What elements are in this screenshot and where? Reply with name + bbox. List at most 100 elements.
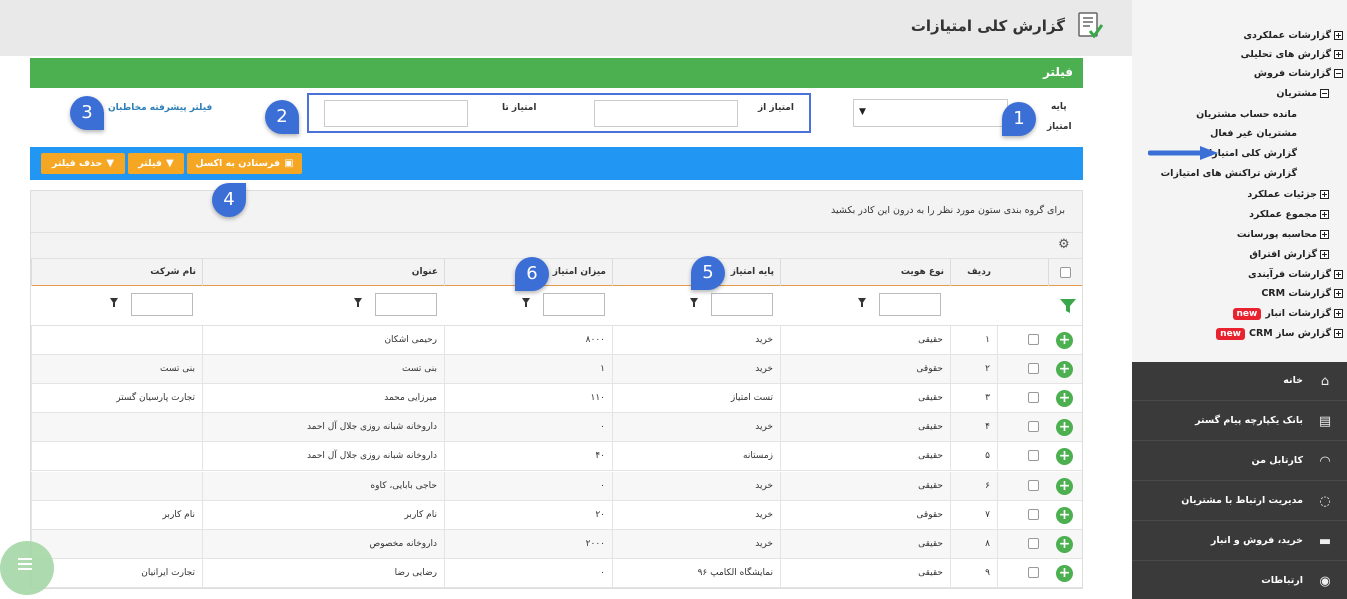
nav-item[interactable]: ◌ مدیریت ارتباط با مشتریان (1132, 483, 1347, 521)
sidebar-tree-label: گزارشات فرآیندی (1248, 269, 1331, 280)
group-by-drop-zone[interactable]: برای گروه بندی ستون مورد نظر را به درون … (31, 191, 1082, 233)
identity-type-filter-input[interactable] (879, 293, 941, 316)
sidebar-tree-item[interactable]: گزارشات انبارnew (1232, 305, 1343, 323)
filter-icon[interactable] (354, 298, 362, 307)
sidebar-tree-item[interactable]: گزارشات عملکردی (1243, 27, 1343, 45)
sidebar-tree-item[interactable]: گزارشات CRM (1261, 285, 1343, 303)
expand-icon[interactable] (1334, 270, 1343, 279)
expand-row-icon[interactable]: + (1056, 564, 1073, 582)
floating-menu-button[interactable] (0, 541, 54, 595)
select-all-checkbox[interactable] (1060, 267, 1071, 278)
nav-item[interactable]: ◠ کارتابل من (1132, 443, 1347, 481)
remove-filter-button[interactable]: ▼حذف فیلتر (41, 153, 125, 174)
expand-icon[interactable] (1320, 230, 1329, 239)
title-filter-input[interactable] (375, 293, 437, 316)
row-number-cell: ۹ (950, 558, 997, 588)
sidebar-tree-item[interactable]: محاسبه پورسانت (1237, 226, 1329, 244)
sidebar-tree-item[interactable]: گزارشات فروش (1254, 65, 1343, 83)
nav-item[interactable]: ▬ خرید، فروش و انبار (1132, 523, 1347, 561)
collapse-icon[interactable] (1320, 89, 1329, 98)
score-amount-cell: ۱ (444, 355, 612, 385)
advanced-contact-filter-link[interactable]: فیلتر پیشرفته مخاطبان (108, 103, 212, 113)
blue-arrow-icon (1148, 146, 1218, 160)
nav-item-label: بانک یکپارچه پیام گستر (1195, 415, 1303, 426)
score-from-input[interactable] (594, 100, 738, 127)
sidebar-tree-item[interactable]: گزارش های تحلیلی (1241, 46, 1343, 64)
score-amount-filter-input[interactable] (543, 293, 605, 316)
sidebar-tree-label: گزارش افتراق (1249, 249, 1317, 260)
expand-row-icon[interactable]: + (1056, 361, 1073, 379)
expand-row-icon[interactable]: + (1056, 419, 1073, 437)
expand-row-icon[interactable]: + (1056, 506, 1073, 524)
filter-icon[interactable] (110, 298, 118, 307)
company-filter-input[interactable] (131, 293, 193, 316)
score-base-cell: خرید (612, 471, 780, 501)
expand-row-icon[interactable]: + (1056, 332, 1073, 349)
column-header-title[interactable]: عنوان (202, 259, 444, 286)
sidebar-tree-item[interactable]: گزارش تراکنش های امتیازات (1161, 165, 1297, 183)
grid-toolbar: ▣فرستادن به اکسل ▼فیلتر ▼حذف فیلتر (30, 147, 1083, 180)
nav-item-label: ارتباطات (1261, 575, 1303, 586)
table-row[interactable]: +۹ حقیقی نمایشگاه الکامپ ۹۶ ۰ رضایی رضا تجارت… (31, 558, 1082, 588)
sidebar-tree-item[interactable]: مانده حساب مشتریان (1196, 106, 1297, 124)
sidebar-tree-label: گزارشات انبار (1265, 308, 1331, 319)
funnel-icon[interactable] (1059, 298, 1077, 314)
sidebar-tree-item[interactable]: جزئیات عملکرد (1247, 186, 1329, 204)
column-header-identity-type[interactable]: نوع هویت (780, 259, 950, 286)
title-cell: نام کاربر (202, 500, 444, 530)
gear-icon[interactable]: ⚙ (1058, 238, 1072, 252)
export-excel-button[interactable]: ▣فرستادن به اکسل (187, 153, 302, 174)
expand-row-icon[interactable]: + (1056, 448, 1073, 466)
expand-icon[interactable] (1334, 329, 1343, 338)
identity-type-cell: حقیقی (780, 384, 950, 414)
filter-icon[interactable] (690, 298, 698, 307)
table-row[interactable]: +۷ حقوقی خرید ۲۰ نام کاربر نام کاربر (31, 500, 1082, 530)
table-row[interactable]: +۲ حقوقی خرید ۱ بنی تست بنی تست (31, 355, 1082, 385)
sidebar-tree-item[interactable]: گزارشات فرآیندی (1248, 266, 1343, 284)
column-header-row-number[interactable]: ردیف (950, 259, 997, 286)
table-row[interactable]: +۶ حقیقی خرید ۰ حاجی بابایی، کاوه (31, 471, 1082, 501)
annotation-marker-1: 1 (1002, 102, 1036, 136)
checkbox-cell (997, 500, 1048, 530)
filter-panel-header: فیلتر (30, 58, 1083, 88)
sidebar-tree-item[interactable]: مشتریان (1276, 85, 1329, 103)
base-select[interactable]: ▼ (853, 99, 1008, 127)
expand-row-icon[interactable]: + (1056, 535, 1073, 553)
sidebar-tree-item[interactable]: مجموع عملکرد (1249, 206, 1329, 224)
nav-item[interactable]: ⌂ خانه (1132, 363, 1347, 401)
score-amount-cell: ۱۱۰ (444, 384, 612, 414)
page-header: گزارش کلی امتیازات (0, 0, 1132, 56)
sidebar-tree-item[interactable]: مشتریان غیر فعال (1210, 125, 1297, 143)
table-row[interactable]: +۸ حقیقی خرید ۲۰۰۰ داروخانه مخصوص (31, 529, 1082, 559)
score-to-input[interactable] (324, 100, 468, 127)
expand-row-icon[interactable]: + (1056, 477, 1073, 495)
expand-icon[interactable] (1334, 309, 1343, 318)
table-row[interactable]: +۳ حقیقی تست امتیاز ۱۱۰ میرزایی محمد تجارت پا… (31, 384, 1082, 414)
sidebar: گزارشات عملکردی گزارش های تحلیلی گزارشات ف… (1132, 0, 1347, 599)
funnel-remove-icon: ▼ (106, 158, 115, 169)
score-grid: برای گروه بندی ستون مورد نظر را به درون … (30, 190, 1083, 589)
sidebar-tree-item[interactable]: گزارش ساز CRMnew (1216, 325, 1343, 343)
grid-settings-bar: ⚙ (31, 233, 1082, 259)
expand-icon[interactable] (1320, 250, 1329, 259)
filter-icon[interactable] (858, 298, 866, 307)
crm-icon: ◌ (1319, 494, 1331, 509)
table-row[interactable]: +۵ حقیقی زمستانه ۴۰ داروخانه شبانه روزی جلال… (31, 442, 1082, 472)
sidebar-tree-label: گزارش های تحلیلی (1240, 49, 1331, 60)
expand-icon[interactable] (1334, 31, 1343, 40)
apply-filter-button[interactable]: ▼فیلتر (128, 153, 184, 174)
table-row[interactable]: +۴ حقیقی خرید ۰ داروخانه شبانه روزی جلال آل … (31, 413, 1082, 443)
expand-icon[interactable] (1334, 50, 1343, 59)
nav-item[interactable]: ▤ بانک یکپارچه پیام گستر (1132, 403, 1347, 441)
collapse-icon[interactable] (1334, 69, 1343, 78)
sidebar-tree-item[interactable]: گزارش افتراق (1249, 246, 1329, 264)
column-header-company[interactable]: نام شرکت (31, 259, 202, 286)
filter-icon[interactable] (522, 298, 530, 307)
expand-icon[interactable] (1320, 210, 1329, 219)
nav-item[interactable]: ◉ ارتباطات (1132, 563, 1347, 599)
table-row[interactable]: +۱ حقیقی خرید ۸۰۰۰ رحیمی اشکان (31, 326, 1082, 355)
expand-row-icon[interactable]: + (1056, 390, 1073, 408)
expand-icon[interactable] (1334, 289, 1343, 298)
score-base-filter-input[interactable] (711, 293, 773, 316)
expand-icon[interactable] (1320, 190, 1329, 199)
